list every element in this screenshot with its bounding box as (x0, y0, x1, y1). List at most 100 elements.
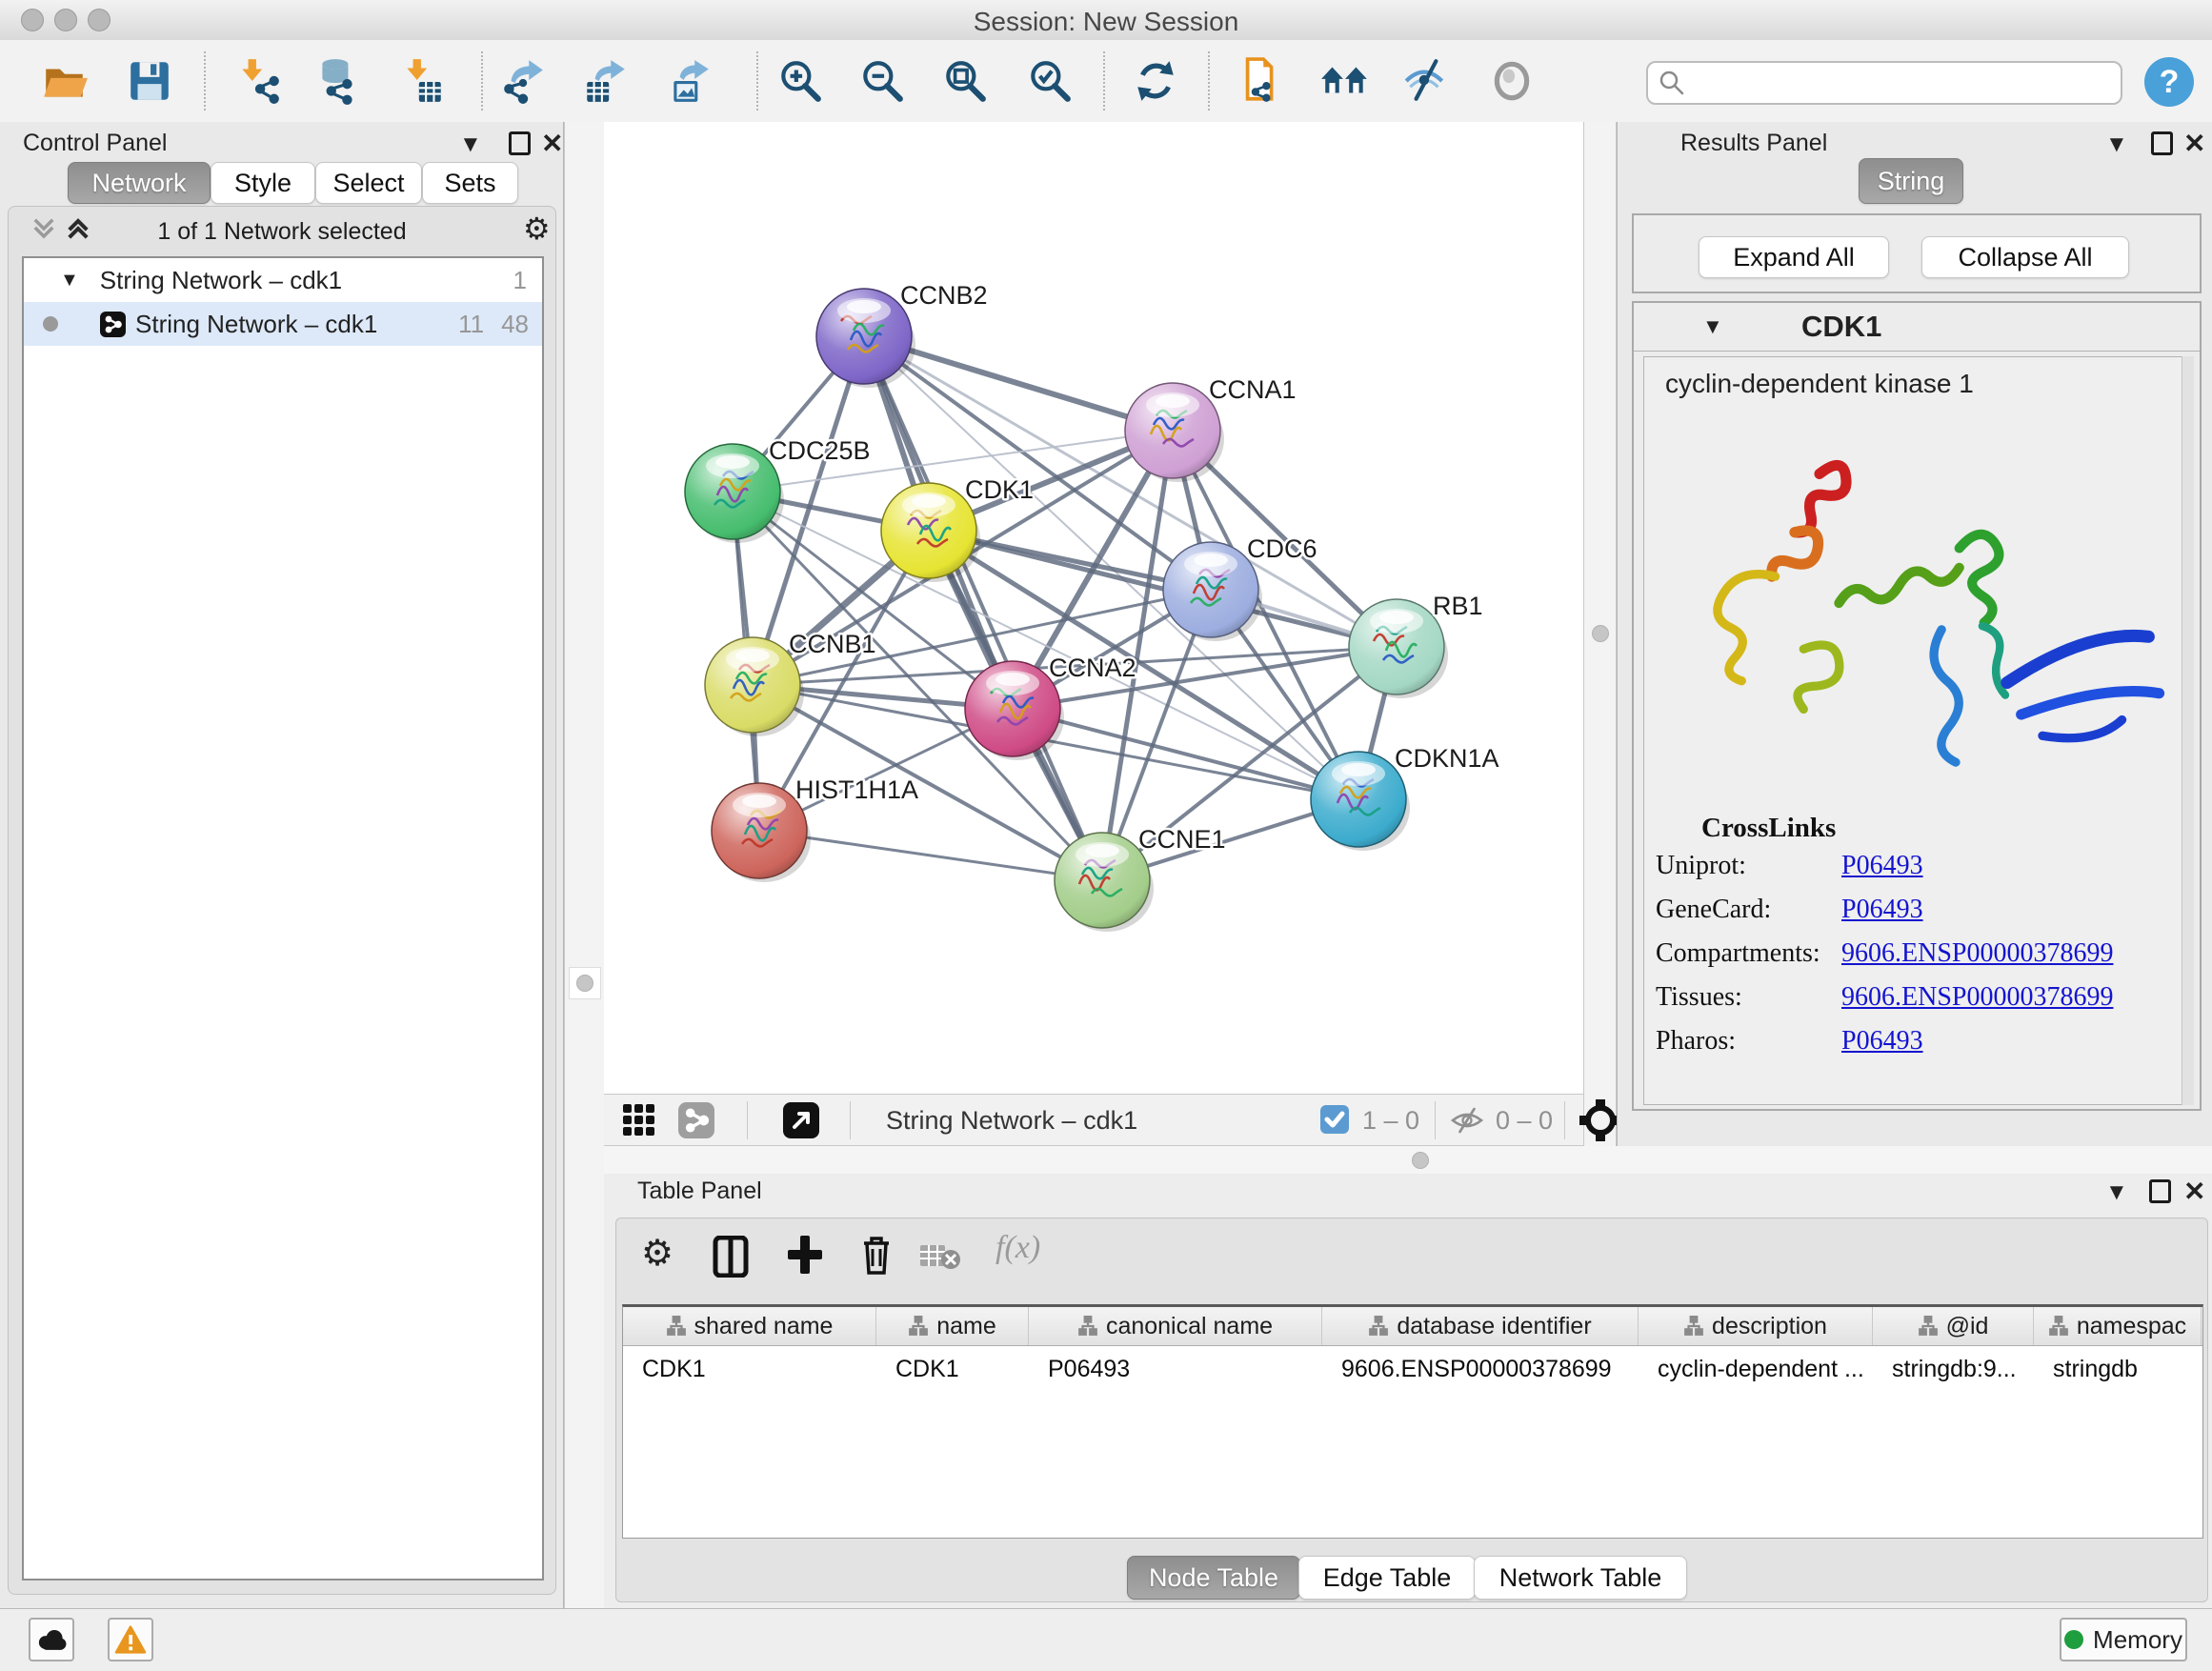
results-panel-close-icon[interactable]: ✕ (2183, 128, 2205, 159)
footer-divider (747, 1101, 748, 1139)
expand-all-button[interactable]: Expand All (1699, 236, 1889, 278)
hide-selected-eye-slash-icon[interactable] (1399, 54, 1453, 108)
tab-style[interactable]: Style (211, 162, 315, 204)
import-table-file-icon[interactable] (396, 54, 450, 108)
tab-node-table[interactable]: Node Table (1127, 1556, 1300, 1600)
tab-edge-table[interactable]: Edge Table (1298, 1556, 1476, 1600)
search-input[interactable] (1686, 69, 2121, 97)
column-header-name[interactable]: name (876, 1307, 1029, 1345)
memory-status-dot (2064, 1630, 2083, 1649)
collapse-all-button[interactable]: Collapse All (1921, 236, 2129, 278)
column-header-canonical-name[interactable]: canonical name (1029, 1307, 1322, 1345)
node-count: 11 (458, 310, 484, 339)
crosslink-label: Pharos: (1644, 1026, 1841, 1057)
control-panel-close-icon[interactable]: ✕ (541, 128, 563, 159)
node-label: CDK1 (965, 475, 1034, 504)
create-column-icon[interactable] (786, 1234, 824, 1276)
current-network-title: String Network – cdk1 (886, 1106, 1137, 1136)
hidden-count-label: 0 – 0 (1496, 1106, 1553, 1136)
import-network-database-icon[interactable] (311, 54, 364, 108)
column-header--id[interactable]: @id (1873, 1307, 2034, 1345)
tab-sets[interactable]: Sets (422, 162, 518, 204)
node-table[interactable]: shared namenamecanonical namedatabase id… (622, 1304, 2203, 1539)
show-all-eye-icon[interactable] (1485, 54, 1538, 108)
crosslink-link[interactable]: 9606.ENSP00000378699 (1841, 938, 2113, 968)
selected-checkbox-icon[interactable] (1320, 1105, 1349, 1134)
show-columns-icon[interactable] (712, 1236, 750, 1278)
save-session-icon[interactable] (123, 54, 176, 108)
import-network-file-icon[interactable] (231, 54, 285, 108)
zoom-in-icon[interactable] (774, 54, 827, 108)
export-network-icon[interactable] (496, 54, 550, 108)
search-icon (1658, 69, 1686, 97)
network-edge[interactable] (759, 831, 1102, 880)
zoom-selected-icon[interactable] (1023, 54, 1076, 108)
results-vertical-scrollbar[interactable] (2182, 356, 2194, 1105)
table-cell: cyclin-dependent ... (1639, 1346, 1873, 1392)
horizontal-splitter-handle[interactable] (1412, 1152, 1429, 1169)
open-in-window-icon[interactable] (783, 1102, 819, 1138)
network-tree-child-row[interactable]: String Network – cdk1 11 48 (24, 302, 542, 346)
table-panel-float-icon[interactable] (2149, 1179, 2171, 1208)
column-header-database-identifier[interactable]: database identifier (1322, 1307, 1639, 1345)
string-network-graph[interactable]: CCNB2CCNA1CDC25BCDK1CDC6RB1CCNB1CCNA2CDK… (604, 122, 1583, 1094)
table-gear-icon[interactable]: ⚙ (641, 1232, 674, 1275)
control-panel-collapse-icon[interactable]: ▼ (459, 131, 482, 158)
open-session-icon[interactable] (38, 54, 91, 108)
control-panel-float-icon[interactable] (509, 131, 531, 160)
protein-structure-image (1671, 413, 2166, 794)
horizontal-splitter[interactable] (604, 1146, 2212, 1174)
memory-button[interactable]: Memory (2060, 1618, 2187, 1661)
refresh-icon[interactable] (1129, 54, 1182, 108)
tab-network-table[interactable]: Network Table (1474, 1556, 1687, 1600)
new-network-from-selection-icon[interactable] (1231, 54, 1284, 108)
table-header-row[interactable]: shared namenamecanonical namedatabase id… (623, 1307, 2202, 1346)
network-options-gear-icon[interactable]: ⚙ (523, 211, 551, 247)
table-panel-close-icon[interactable]: ✕ (2183, 1176, 2205, 1207)
first-neighbors-icon[interactable] (1318, 54, 1372, 108)
results-panel-float-icon[interactable] (2151, 131, 2173, 160)
help-icon[interactable]: ? (2144, 57, 2194, 107)
crosslink-link[interactable]: 9606.ENSP00000378699 (1841, 982, 2113, 1012)
export-image-icon[interactable] (663, 54, 716, 108)
delete-column-trash-icon[interactable] (858, 1234, 895, 1276)
search-field[interactable] (1646, 61, 2122, 105)
section-expander-icon[interactable]: ▼ (1702, 314, 1723, 339)
tab-select[interactable]: Select (315, 162, 422, 204)
grid-view-icon[interactable] (621, 1102, 657, 1138)
window-title: Session: New Session (0, 7, 2212, 37)
gene-section-header[interactable]: ▼ CDK1 (1634, 303, 2200, 352)
toolbar-divider (756, 51, 758, 111)
table-row[interactable]: CDK1CDK1P064939606.ENSP00000378699cyclin… (623, 1346, 2202, 1392)
function-builder-icon[interactable]: f(x) (995, 1230, 1040, 1266)
left-splitter[interactable] (564, 122, 604, 1608)
left-splitter-handle[interactable] (569, 967, 601, 999)
tree-expander-icon[interactable]: ▼ (60, 270, 79, 292)
edge-count: 48 (501, 310, 529, 339)
warning-icon[interactable] (108, 1618, 153, 1661)
node-label: CDC25B (769, 436, 871, 465)
results-panel-collapse-icon[interactable]: ▼ (2105, 131, 2128, 158)
export-table-icon[interactable] (578, 54, 632, 108)
column-header-namespac[interactable]: namespac (2034, 1307, 2202, 1345)
column-header-shared-name[interactable]: shared name (623, 1307, 876, 1345)
column-header-description[interactable]: description (1639, 1307, 1873, 1345)
right-splitter[interactable] (1583, 122, 1617, 1146)
tab-string[interactable]: String (1859, 158, 1963, 204)
table-panel-collapse-icon[interactable]: ▼ (2105, 1179, 2128, 1206)
network-view-canvas[interactable]: CCNB2CCNA1CDC25BCDK1CDC6RB1CCNB1CCNA2CDK… (604, 122, 1583, 1094)
right-splitter-handle[interactable] (1592, 625, 1609, 642)
cloud-icon[interactable] (29, 1618, 74, 1661)
tab-network[interactable]: Network (68, 162, 211, 204)
zoom-out-icon[interactable] (855, 54, 909, 108)
table-cell: CDK1 (623, 1346, 876, 1392)
crosslink-link[interactable]: P06493 (1841, 851, 1923, 880)
network-tree-root-row[interactable]: ▼ String Network – cdk1 1 (24, 258, 542, 302)
zoom-fit-icon[interactable] (938, 54, 992, 108)
delete-table-icon[interactable] (919, 1241, 961, 1272)
birds-eye-crosshair-icon[interactable] (1579, 1099, 1621, 1141)
network-thumbnail-icon[interactable] (678, 1102, 714, 1138)
node-label: CDC6 (1247, 534, 1317, 563)
crosslink-link[interactable]: P06493 (1841, 1026, 1923, 1056)
crosslink-link[interactable]: P06493 (1841, 895, 1923, 924)
